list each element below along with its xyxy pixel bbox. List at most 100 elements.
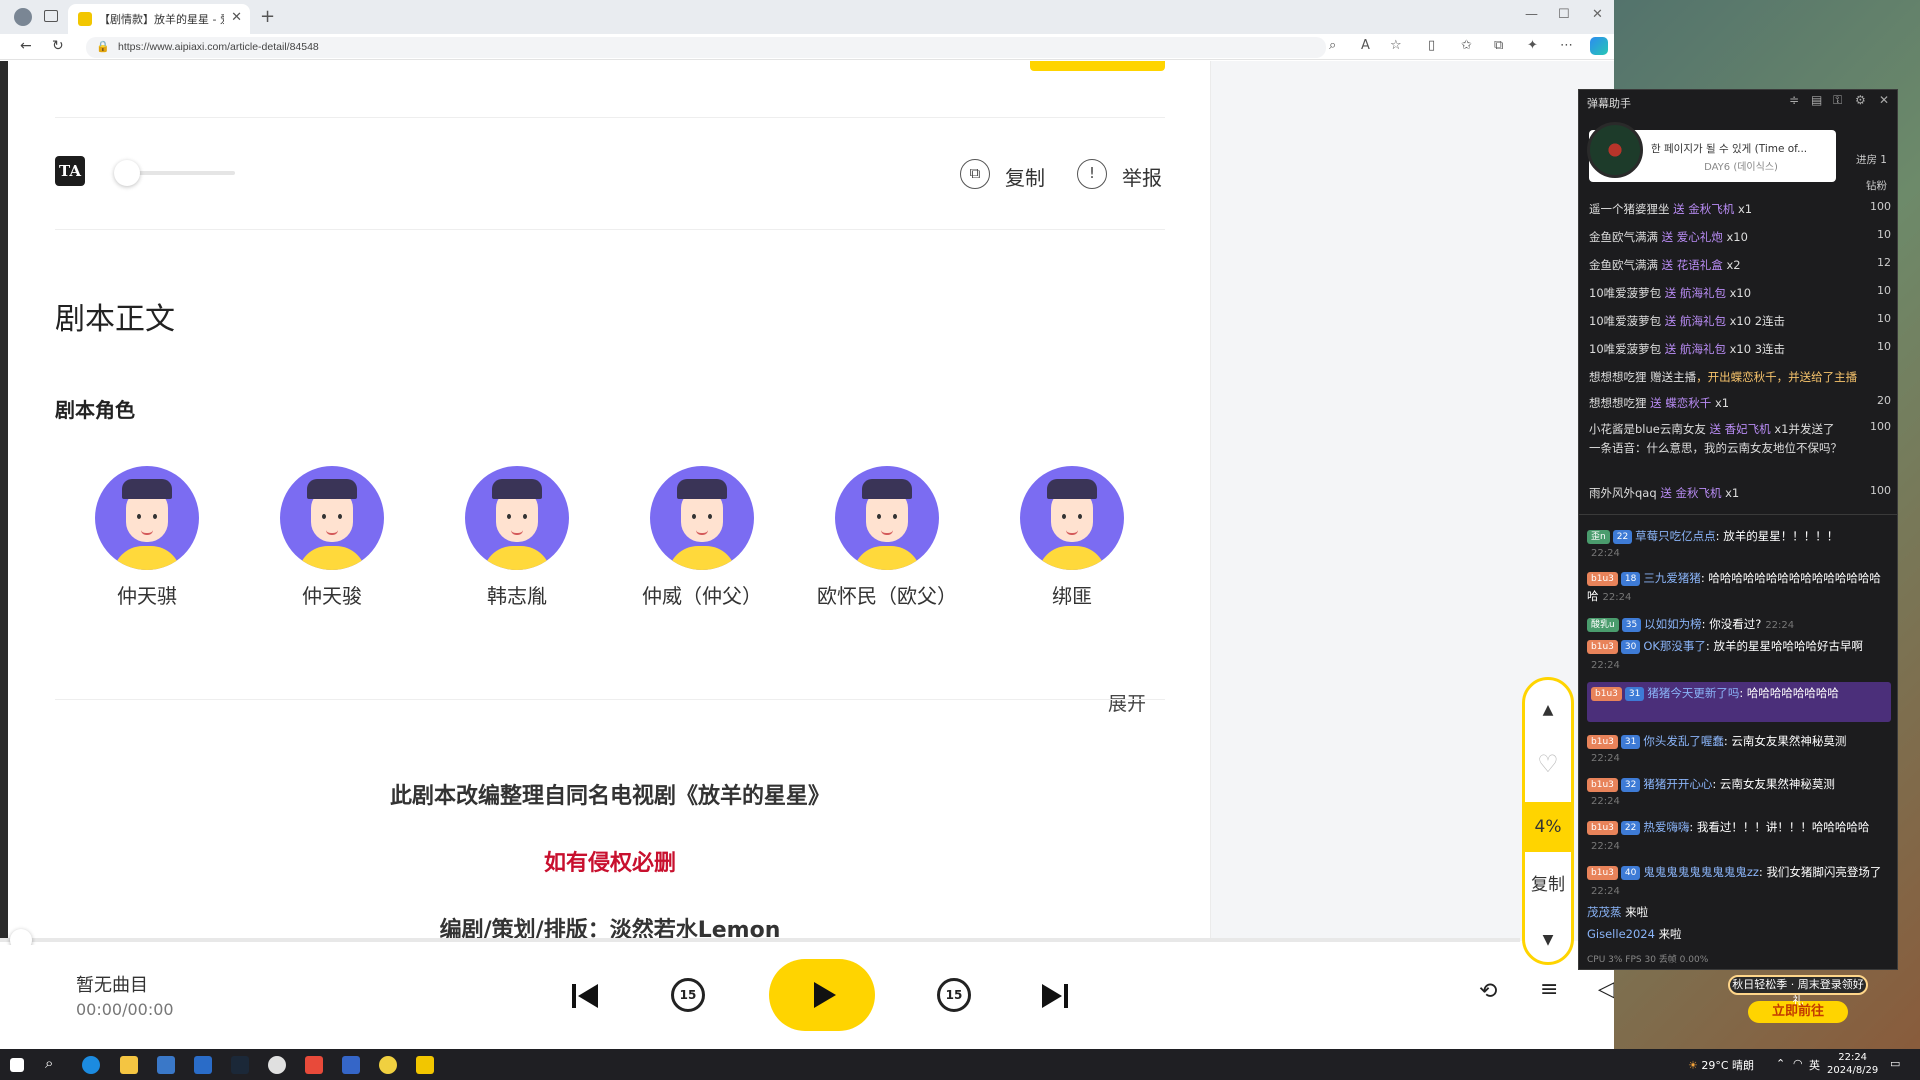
now-playing-artist: DAY6 (데이식스) — [1704, 162, 1778, 173]
close-window-icon[interactable]: ✕ — [1592, 7, 1603, 22]
rewind-15-icon[interactable]: 15 — [671, 978, 705, 1012]
gift-row: 金鱼欧气满满 送 花语礼盒 x2 12 — [1589, 256, 1891, 272]
tray-expand-icon[interactable]: ⌃ — [1776, 1057, 1785, 1070]
divider — [1579, 514, 1897, 515]
play-button[interactable] — [769, 959, 875, 1031]
address-bar[interactable]: 🔒 https://www.aipiaxi.com/article-detail… — [86, 37, 1326, 58]
font-size-icon[interactable]: TA — [55, 156, 85, 186]
volume-icon[interactable]: ◁ — [1598, 977, 1614, 1002]
float-copy-button[interactable]: 复制 — [1525, 870, 1571, 895]
fan-badge: b1u3 — [1587, 866, 1618, 880]
wifi-icon[interactable]: ◠ — [1793, 1057, 1803, 1070]
like-heart-icon[interactable]: ♡ — [1525, 750, 1571, 778]
lock-icon: 🔒 — [96, 40, 110, 53]
refresh-icon[interactable]: ↻ — [52, 38, 64, 54]
more-icon[interactable]: ⋯ — [1560, 38, 1573, 53]
role-card[interactable]: 欧怀民（欧父） — [792, 466, 982, 609]
fan-badge: b1u3 — [1587, 572, 1618, 586]
maximize-icon[interactable]: ☐ — [1558, 7, 1570, 22]
favorite-icon[interactable]: ☆ — [1390, 38, 1402, 53]
profile-icon[interactable] — [14, 8, 32, 26]
fan-badge: b1u3 — [1587, 821, 1618, 835]
role-card[interactable]: 仲威（仲父） — [607, 466, 797, 609]
previous-track-icon[interactable] — [572, 984, 600, 1008]
steam-icon[interactable] — [231, 1056, 249, 1074]
alert-icon: ! — [1077, 159, 1107, 189]
favorites-icon[interactable]: ✩ — [1461, 38, 1472, 53]
extension-icon[interactable]: ✦ — [1527, 38, 1538, 53]
level-badge: 40 — [1620, 866, 1641, 880]
role-card[interactable]: 仲天骐 — [52, 466, 242, 609]
search-icon[interactable]: ⌕ — [45, 1054, 63, 1072]
role-card[interactable]: 绑匪 — [977, 466, 1167, 609]
filter-icon[interactable]: ≑ — [1789, 93, 1799, 107]
clock[interactable]: 22:24 2024/8/29 — [1827, 1051, 1878, 1077]
scroll-up-icon[interactable]: ▲ — [1525, 702, 1571, 718]
close-icon[interactable]: ✕ — [1879, 93, 1889, 107]
font-size-slider-knob[interactable] — [114, 160, 140, 186]
performance-stats: CPU 3% FPS 30 丢帧 0.00% — [1587, 955, 1709, 965]
gift-row: 金鱼欧气满满 送 爱心礼炮 x10 10 — [1589, 228, 1891, 244]
chat-message: 歪n 22 草莓只吃亿点点: 放羊的星星！！！！！ 22:24 — [1587, 527, 1891, 563]
file-explorer-icon[interactable] — [120, 1056, 138, 1074]
loop-icon[interactable]: ⟲ — [1479, 979, 1497, 1004]
role-card[interactable]: 仲天骏 — [237, 466, 427, 609]
avatar — [465, 466, 569, 570]
next-track-icon[interactable] — [1042, 984, 1070, 1008]
top-yellow-button[interactable] — [1030, 61, 1165, 71]
danmaku-title: 弹幕助手 — [1587, 97, 1631, 110]
now-playing-card[interactable]: 한 페이지가 될 수 있게 (Time of... DAY6 (데이식스) — [1587, 122, 1836, 182]
divider — [55, 117, 1165, 118]
app-icon[interactable] — [305, 1056, 323, 1074]
tab-actions-icon[interactable] — [44, 10, 58, 22]
store-icon[interactable] — [157, 1056, 175, 1074]
gift-row: 想想想吃狸 赠送主播，开出蝶恋秋千，并送给了主播 — [1589, 370, 1858, 384]
forward-15-icon[interactable]: 15 — [937, 978, 971, 1012]
audio-player: 暂无曲目 00:00/00:00 15 15 ⟲ ≡ ◁ — [0, 945, 1614, 1049]
read-aloud-icon[interactable]: A — [1361, 38, 1370, 53]
album-cover — [1587, 122, 1643, 178]
fan-badge: b1u3 — [1587, 778, 1618, 792]
app-icon[interactable] — [268, 1056, 286, 1074]
chat-message: b1u3 40 鬼鬼鬼鬼鬼鬼鬼鬼鬼zz: 我们女猪脚闪亮登场了22:24 — [1587, 863, 1891, 901]
level-badge: 30 — [1620, 640, 1641, 654]
gift-row: 10唯爱菠萝包 送 航海礼包 x10 3连击 10 — [1589, 340, 1891, 356]
split-screen-icon[interactable]: ▯ — [1428, 38, 1435, 53]
playlist-icon[interactable]: ≡ — [1540, 977, 1558, 1002]
browser-tab[interactable]: 【剧情款】放羊的星星 - 爱Pia戏 ✕ — [68, 4, 250, 34]
playback-progress-bar[interactable] — [0, 938, 1520, 942]
minimize-icon[interactable]: — — [1525, 7, 1538, 22]
scroll-down-icon[interactable]: ▼ — [1525, 932, 1571, 948]
enter-count: 进房 1 — [1855, 154, 1887, 166]
navigation-bar: ← ↻ 🔒 https://www.aipiaxi.com/article-de… — [0, 34, 1614, 60]
role-name: 仲威（仲父） — [642, 584, 762, 608]
notification-icon[interactable]: ▭ — [1890, 1057, 1900, 1070]
zoom-icon[interactable]: ⌕ — [1329, 38, 1336, 53]
chat-message: 酸乳u 35 以如如为榜: 你没看过? 22:24 — [1587, 615, 1891, 635]
role-name: 欧怀民（欧父） — [817, 584, 957, 608]
weather-indicator[interactable]: ☀ 29°C 晴朗 — [1688, 1057, 1754, 1073]
promo-banner[interactable]: 秋日轻松季 · 周末登录领好礼 立即前往 — [1728, 975, 1868, 1035]
close-tab-icon[interactable]: ✕ — [231, 10, 242, 25]
app-icon[interactable] — [342, 1056, 360, 1074]
settings-icon[interactable]: ⚙ — [1855, 93, 1866, 107]
back-icon[interactable]: ← — [20, 38, 32, 54]
lock-icon[interactable]: ⚿ — [1833, 93, 1842, 108]
collections-icon[interactable]: ⧉ — [1494, 38, 1503, 53]
role-card[interactable]: 韩志胤 — [422, 466, 612, 609]
app-icon[interactable] — [379, 1056, 397, 1074]
copilot-icon[interactable] — [1590, 37, 1608, 55]
app-icon[interactable] — [416, 1056, 434, 1074]
new-tab-button[interactable]: + — [260, 6, 275, 27]
edge-icon[interactable] — [82, 1056, 100, 1074]
mail-icon[interactable] — [194, 1056, 212, 1074]
input-method[interactable]: 英 — [1809, 1057, 1820, 1073]
expand-link[interactable]: 展开 — [1108, 689, 1146, 716]
gift-row: 小花酱是blue云南女友 送 香妃飞机 x1并发送了一条语音：什么意思，我的云南… — [1589, 420, 1891, 455]
windows-start-icon[interactable] — [10, 1058, 24, 1072]
list-icon[interactable]: ▤ — [1811, 93, 1822, 107]
play-time: 00:00/00:00 — [76, 1000, 174, 1019]
report-label: 举报 — [1122, 166, 1162, 190]
site-favicon-icon — [78, 12, 92, 26]
promo-go-button[interactable]: 立即前往 — [1748, 1001, 1848, 1023]
